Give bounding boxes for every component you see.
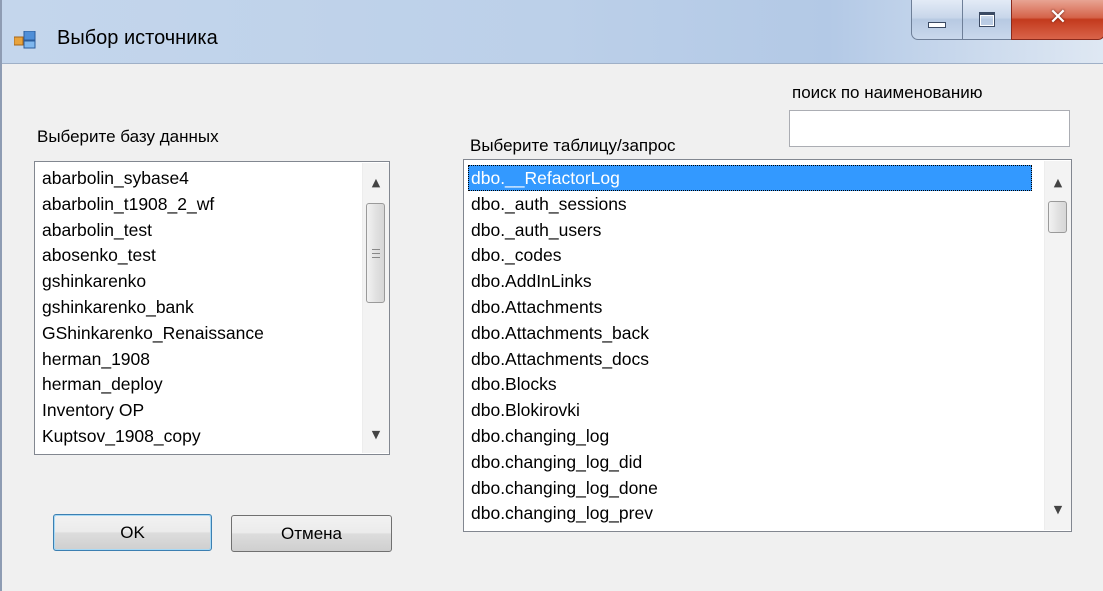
list-item[interactable]: dbo.changing_log — [468, 423, 1032, 449]
dialog-window: Выбор источника ✕ Выберите базу данных a… — [0, 0, 1103, 591]
list-item[interactable]: dbo.Attachments_back — [468, 320, 1032, 346]
list-item[interactable]: Inventory OP — [39, 397, 357, 423]
window-title: Выбор источника — [57, 27, 218, 49]
maximize-button[interactable] — [962, 0, 1012, 40]
list-item[interactable]: gshinkarenko — [39, 268, 357, 294]
close-icon: ✕ — [1048, 5, 1068, 30]
list-item[interactable]: gshinkarenko_bank — [39, 294, 357, 320]
scroll-up-arrow-icon[interactable]: ▲ — [363, 167, 389, 197]
table-label: Выберите таблицу/запрос — [470, 136, 676, 155]
grip-icon — [371, 248, 380, 258]
cancel-button[interactable]: Отмена — [231, 515, 392, 552]
list-item[interactable]: dbo._auth_users — [468, 217, 1032, 243]
list-item[interactable]: herman_1908 — [39, 346, 357, 372]
list-item[interactable]: dbo.Attachments — [468, 294, 1032, 320]
list-item[interactable]: abarbolin_test — [39, 217, 357, 243]
title-bar[interactable]: Выбор источника ✕ — [2, 0, 1103, 64]
minimize-button[interactable] — [911, 0, 963, 40]
list-item[interactable]: dbo.AddInLinks — [468, 268, 1032, 294]
database-label: Выберите базу данных — [37, 127, 219, 146]
close-button[interactable]: ✕ — [1011, 0, 1103, 40]
scroll-up-arrow-icon[interactable]: ▲ — [1045, 167, 1071, 197]
list-item[interactable]: dbo.Blocks — [468, 371, 1032, 397]
database-scrollbar[interactable]: ▲ ▼ — [362, 163, 389, 453]
list-item[interactable]: dbo.Attachments_docs — [468, 346, 1032, 372]
scrollbar-thumb[interactable] — [1048, 201, 1067, 233]
list-item[interactable]: dbo.Blokirovki — [468, 397, 1032, 423]
search-input[interactable] — [789, 110, 1070, 147]
list-item[interactable]: abarbolin_sybase4 — [39, 165, 357, 191]
list-item[interactable]: dbo._codes — [468, 242, 1032, 268]
list-item[interactable]: Kuptsov_1908_copy — [39, 423, 357, 449]
list-item[interactable]: abarbolin_t1908_2_wf — [39, 191, 357, 217]
ok-button[interactable]: OK — [53, 514, 212, 551]
list-item[interactable]: dbo.changing_log_done — [468, 475, 1032, 501]
scrollbar-thumb[interactable] — [366, 203, 385, 303]
list-item[interactable]: dbo.changing_log_prev — [468, 500, 1032, 526]
list-item[interactable]: dbo.__RefactorLog — [468, 165, 1032, 191]
list-item[interactable]: dbo.changing_log_did — [468, 449, 1032, 475]
list-item[interactable]: abosenko_test — [39, 242, 357, 268]
list-item[interactable]: dbo._auth_sessions — [468, 191, 1032, 217]
app-window-icon — [13, 30, 36, 49]
database-listbox[interactable]: abarbolin_sybase4 abarbolin_t1908_2_wf aba… — [34, 161, 390, 455]
scroll-down-arrow-icon[interactable]: ▼ — [363, 419, 389, 449]
scroll-down-arrow-icon[interactable]: ▼ — [1045, 494, 1071, 524]
list-item[interactable]: GShinkarenko_Renaissance — [39, 320, 357, 346]
search-label: поиск по наименованию — [792, 83, 983, 102]
maximize-icon — [979, 12, 995, 27]
list-item[interactable]: herman_deploy — [39, 371, 357, 397]
table-scrollbar[interactable]: ▲ ▼ — [1044, 161, 1071, 530]
minimize-icon — [928, 21, 946, 28]
table-listbox[interactable]: dbo.__RefactorLog dbo._auth_sessions dbo._… — [463, 159, 1072, 532]
